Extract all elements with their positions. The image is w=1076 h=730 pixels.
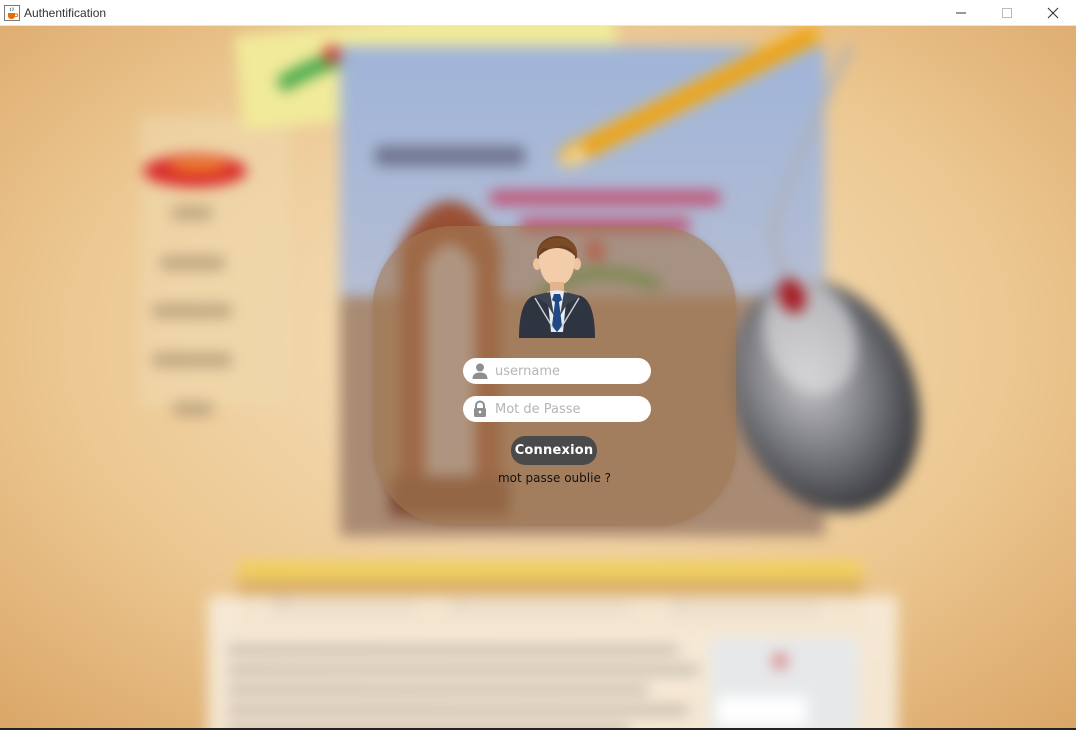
window-title: Authentification bbox=[24, 5, 107, 20]
close-icon bbox=[1047, 7, 1059, 19]
title-bar[interactable]: Authentification bbox=[0, 0, 1076, 26]
app-window: Authentification username Connexion mot … bbox=[0, 0, 1076, 730]
username-input[interactable] bbox=[495, 361, 643, 381]
maximize-button[interactable] bbox=[984, 0, 1030, 26]
java-cup-icon bbox=[4, 4, 20, 21]
maximize-icon bbox=[1002, 8, 1012, 18]
minimize-icon bbox=[956, 12, 966, 14]
close-button[interactable] bbox=[1030, 0, 1076, 26]
password-input[interactable] bbox=[495, 399, 643, 419]
window-controls bbox=[938, 0, 1076, 26]
password-field[interactable] bbox=[463, 396, 651, 422]
username-field[interactable] bbox=[463, 358, 651, 384]
connexion-button[interactable]: Connexion bbox=[511, 436, 597, 465]
minimize-button[interactable] bbox=[938, 0, 984, 26]
lock-icon bbox=[474, 400, 486, 417]
login-card: Connexion mot passe oublie ? bbox=[373, 226, 736, 526]
forgot-password-link[interactable]: mot passe oublie ? bbox=[373, 471, 736, 485]
user-avatar-icon bbox=[519, 236, 595, 338]
user-icon bbox=[472, 363, 488, 379]
